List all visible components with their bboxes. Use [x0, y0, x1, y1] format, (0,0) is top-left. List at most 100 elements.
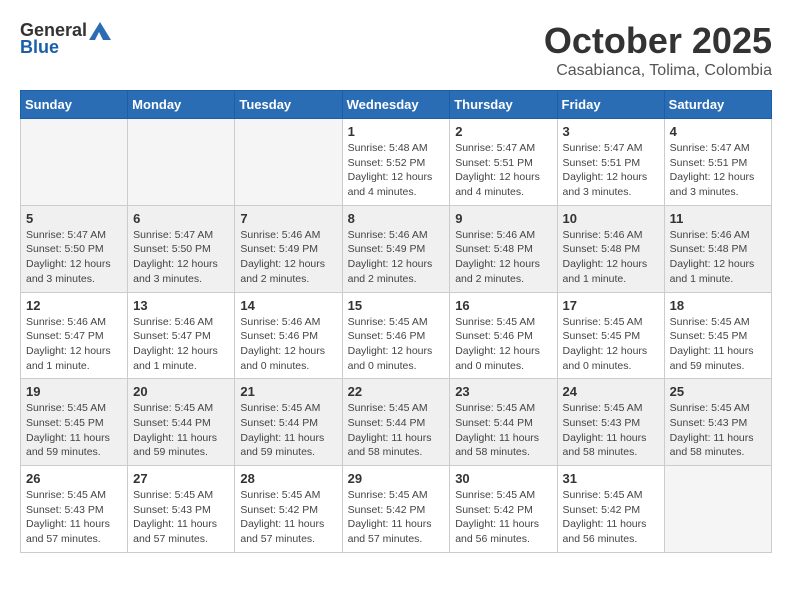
calendar-cell: 16Sunrise: 5:45 AM Sunset: 5:46 PM Dayli…: [450, 292, 557, 379]
day-number: 5: [26, 211, 122, 226]
column-header-friday: Friday: [557, 91, 664, 119]
calendar-cell: [235, 119, 342, 206]
day-number: 25: [670, 384, 766, 399]
calendar-cell: 18 Sunrise: 5:45 AM Sunset: 5:45 PM Dayli…: [664, 292, 771, 379]
day-info: Sunrise: 5:46 AM Sunset: 5:48 PM Dayligh…: [670, 228, 766, 287]
logo: General Blue: [20, 20, 111, 58]
day-number: 18: [670, 298, 766, 313]
day-number: 22: [348, 384, 445, 399]
location-title: Casabianca, Tolima, Colombia: [544, 62, 772, 80]
day-number: 27: [133, 471, 229, 486]
day-info: Sunrise: 5:45 AM Sunset: 5:42 PM Dayligh…: [348, 488, 445, 547]
day-number: 17: [563, 298, 659, 313]
day-number: 9: [455, 211, 551, 226]
day-number: 29: [348, 471, 445, 486]
day-info: Sunrise: 5:45 AM Sunset: 5:43 PM Dayligh…: [26, 488, 122, 547]
calendar-cell: [128, 119, 235, 206]
calendar-cell: 5Sunrise: 5:47 AM Sunset: 5:50 PM Daylig…: [21, 205, 128, 292]
title-area: October 2025 Casabianca, Tolima, Colombi…: [544, 20, 772, 80]
day-number: 11: [670, 211, 766, 226]
calendar-cell: 31 Sunrise: 5:45 AM Sunset: 5:42 PM Dayli…: [557, 466, 664, 553]
column-header-sunday: Sunday: [21, 91, 128, 119]
calendar-cell: 2 Sunrise: 5:47 AM Sunset: 5:51 PM Daylig…: [450, 119, 557, 206]
calendar-cell: 24 Sunrise: 5:45 AM Sunset: 5:43 PM Dayli…: [557, 379, 664, 466]
day-number: 8: [348, 211, 445, 226]
day-number: 12: [26, 298, 122, 313]
day-number: 30: [455, 471, 551, 486]
month-title: October 2025: [544, 20, 772, 62]
day-info: Sunrise: 5:45 AM Sunset: 5:43 PM Dayligh…: [563, 401, 659, 460]
day-number: 15: [348, 298, 445, 313]
column-header-wednesday: Wednesday: [342, 91, 450, 119]
calendar-cell: 14 Sunrise: 5:46 AM Sunset: 5:46 PM Dayli…: [235, 292, 342, 379]
calendar-cell: 8Sunrise: 5:46 AM Sunset: 5:49 PM Daylig…: [342, 205, 450, 292]
logo-blue: Blue: [20, 37, 59, 58]
calendar-cell: 4 Sunrise: 5:47 AM Sunset: 5:51 PM Daylig…: [664, 119, 771, 206]
page-header: General Blue October 2025 Casabianca, To…: [20, 20, 772, 80]
calendar-table: SundayMondayTuesdayWednesdayThursdayFrid…: [20, 90, 772, 553]
day-number: 10: [563, 211, 659, 226]
calendar-cell: 13Sunrise: 5:46 AM Sunset: 5:47 PM Dayli…: [128, 292, 235, 379]
day-info: Sunrise: 5:47 AM Sunset: 5:51 PM Dayligh…: [670, 141, 766, 200]
day-info: Sunrise: 5:47 AM Sunset: 5:51 PM Dayligh…: [455, 141, 551, 200]
day-number: 31: [563, 471, 659, 486]
day-info: Sunrise: 5:45 AM Sunset: 5:46 PM Dayligh…: [455, 315, 551, 374]
day-info: Sunrise: 5:46 AM Sunset: 5:48 PM Dayligh…: [455, 228, 551, 287]
calendar-cell: [664, 466, 771, 553]
calendar-cell: 11 Sunrise: 5:46 AM Sunset: 5:48 PM Dayli…: [664, 205, 771, 292]
calendar-cell: 26 Sunrise: 5:45 AM Sunset: 5:43 PM Dayli…: [21, 466, 128, 553]
day-info: Sunrise: 5:47 AM Sunset: 5:50 PM Dayligh…: [133, 228, 229, 287]
calendar-cell: 20Sunrise: 5:45 AM Sunset: 5:44 PM Dayli…: [128, 379, 235, 466]
calendar-cell: 30 Sunrise: 5:45 AM Sunset: 5:42 PM Dayli…: [450, 466, 557, 553]
calendar-week-4: 19Sunrise: 5:45 AM Sunset: 5:45 PM Dayli…: [21, 379, 772, 466]
calendar-week-5: 26 Sunrise: 5:45 AM Sunset: 5:43 PM Dayli…: [21, 466, 772, 553]
day-info: Sunrise: 5:45 AM Sunset: 5:46 PM Dayligh…: [348, 315, 445, 374]
calendar-cell: 9 Sunrise: 5:46 AM Sunset: 5:48 PM Daylig…: [450, 205, 557, 292]
day-number: 19: [26, 384, 122, 399]
day-number: 2: [455, 124, 551, 139]
day-number: 6: [133, 211, 229, 226]
calendar-cell: 22 Sunrise: 5:45 AM Sunset: 5:44 PM Dayli…: [342, 379, 450, 466]
day-info: Sunrise: 5:45 AM Sunset: 5:42 PM Dayligh…: [240, 488, 336, 547]
calendar-cell: 21Sunrise: 5:45 AM Sunset: 5:44 PM Dayli…: [235, 379, 342, 466]
day-number: 3: [563, 124, 659, 139]
calendar-week-3: 12 Sunrise: 5:46 AM Sunset: 5:47 PM Dayli…: [21, 292, 772, 379]
day-info: Sunrise: 5:45 AM Sunset: 5:45 PM Dayligh…: [670, 315, 766, 374]
day-info: Sunrise: 5:48 AM Sunset: 5:52 PM Dayligh…: [348, 141, 445, 200]
day-info: Sunrise: 5:45 AM Sunset: 5:45 PM Dayligh…: [563, 315, 659, 374]
calendar-cell: 25 Sunrise: 5:45 AM Sunset: 5:43 PM Dayli…: [664, 379, 771, 466]
day-info: Sunrise: 5:45 AM Sunset: 5:44 PM Dayligh…: [455, 401, 551, 460]
day-number: 1: [348, 124, 445, 139]
day-number: 24: [563, 384, 659, 399]
calendar-cell: 6 Sunrise: 5:47 AM Sunset: 5:50 PM Daylig…: [128, 205, 235, 292]
day-info: Sunrise: 5:46 AM Sunset: 5:47 PM Dayligh…: [133, 315, 229, 374]
column-header-saturday: Saturday: [664, 91, 771, 119]
calendar-cell: 1 Sunrise: 5:48 AM Sunset: 5:52 PM Daylig…: [342, 119, 450, 206]
calendar-cell: 17 Sunrise: 5:45 AM Sunset: 5:45 PM Dayli…: [557, 292, 664, 379]
calendar-cell: 28 Sunrise: 5:45 AM Sunset: 5:42 PM Dayli…: [235, 466, 342, 553]
day-info: Sunrise: 5:45 AM Sunset: 5:42 PM Dayligh…: [563, 488, 659, 547]
day-info: Sunrise: 5:46 AM Sunset: 5:46 PM Dayligh…: [240, 315, 336, 374]
day-info: Sunrise: 5:45 AM Sunset: 5:43 PM Dayligh…: [133, 488, 229, 547]
calendar-cell: 27 Sunrise: 5:45 AM Sunset: 5:43 PM Dayli…: [128, 466, 235, 553]
calendar-cell: 7 Sunrise: 5:46 AM Sunset: 5:49 PM Daylig…: [235, 205, 342, 292]
calendar-cell: 15 Sunrise: 5:45 AM Sunset: 5:46 PM Dayli…: [342, 292, 450, 379]
day-info: Sunrise: 5:45 AM Sunset: 5:43 PM Dayligh…: [670, 401, 766, 460]
day-number: 14: [240, 298, 336, 313]
day-info: Sunrise: 5:46 AM Sunset: 5:49 PM Dayligh…: [240, 228, 336, 287]
day-number: 7: [240, 211, 336, 226]
day-number: 26: [26, 471, 122, 486]
column-header-thursday: Thursday: [450, 91, 557, 119]
column-header-monday: Monday: [128, 91, 235, 119]
calendar-cell: 19Sunrise: 5:45 AM Sunset: 5:45 PM Dayli…: [21, 379, 128, 466]
day-info: Sunrise: 5:45 AM Sunset: 5:42 PM Dayligh…: [455, 488, 551, 547]
calendar-week-1: 1 Sunrise: 5:48 AM Sunset: 5:52 PM Daylig…: [21, 119, 772, 206]
day-number: 28: [240, 471, 336, 486]
day-info: Sunrise: 5:45 AM Sunset: 5:44 PM Dayligh…: [348, 401, 445, 460]
day-number: 4: [670, 124, 766, 139]
calendar-cell: 10Sunrise: 5:46 AM Sunset: 5:48 PM Dayli…: [557, 205, 664, 292]
day-number: 21: [240, 384, 336, 399]
calendar-cell: 3Sunrise: 5:47 AM Sunset: 5:51 PM Daylig…: [557, 119, 664, 206]
calendar-body: 1 Sunrise: 5:48 AM Sunset: 5:52 PM Daylig…: [21, 119, 772, 553]
calendar-week-2: 5 Sunrise: 5:47 AM Sunset: 5:50 PM Daylig…: [21, 205, 772, 292]
